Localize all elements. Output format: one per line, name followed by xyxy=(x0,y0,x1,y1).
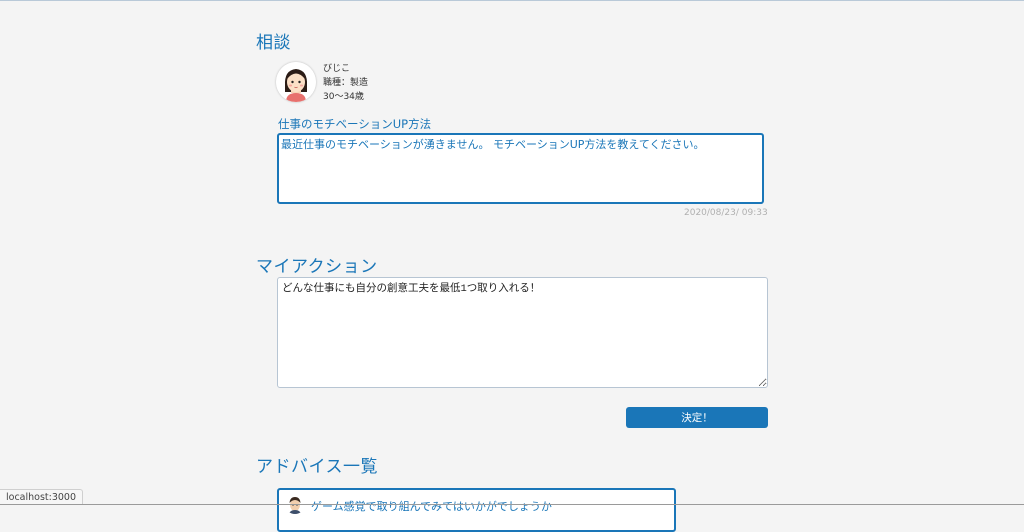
advice-item[interactable]: ゲーム感覚で取り組んでみてはいかがでしょうか xyxy=(277,488,676,532)
my-action-heading: マイアクション xyxy=(256,257,378,277)
top-border xyxy=(0,0,1024,1)
user-name: びじこ xyxy=(323,64,351,74)
consultation-title: 仕事のモチベーションUP方法 xyxy=(278,117,432,131)
status-bar-url: localhost:3000 xyxy=(0,489,84,505)
advice-list-heading: アドバイス一覧 xyxy=(256,457,378,477)
consultation-timestamp: 2020/08/23/ 09:33 xyxy=(684,208,768,218)
consultation-body: 最近仕事のモチベーションが湧きません。 モチベーションUP方法を教えてください。 xyxy=(277,133,764,204)
user-job: 職種：製造 xyxy=(323,78,369,88)
my-action-input[interactable]: どんな仕事にも自分の創意工夫を最低1つ取り入れる！ xyxy=(277,277,768,388)
advice-text: ゲーム感覚で取り組んでみてはいかがでしょうか xyxy=(311,500,552,513)
girl-avatar-icon xyxy=(276,62,316,102)
submit-button[interactable]: 決定！ xyxy=(626,407,768,428)
consultation-heading: 相談 xyxy=(256,33,291,53)
user-age: 30〜34歳 xyxy=(323,92,364,102)
